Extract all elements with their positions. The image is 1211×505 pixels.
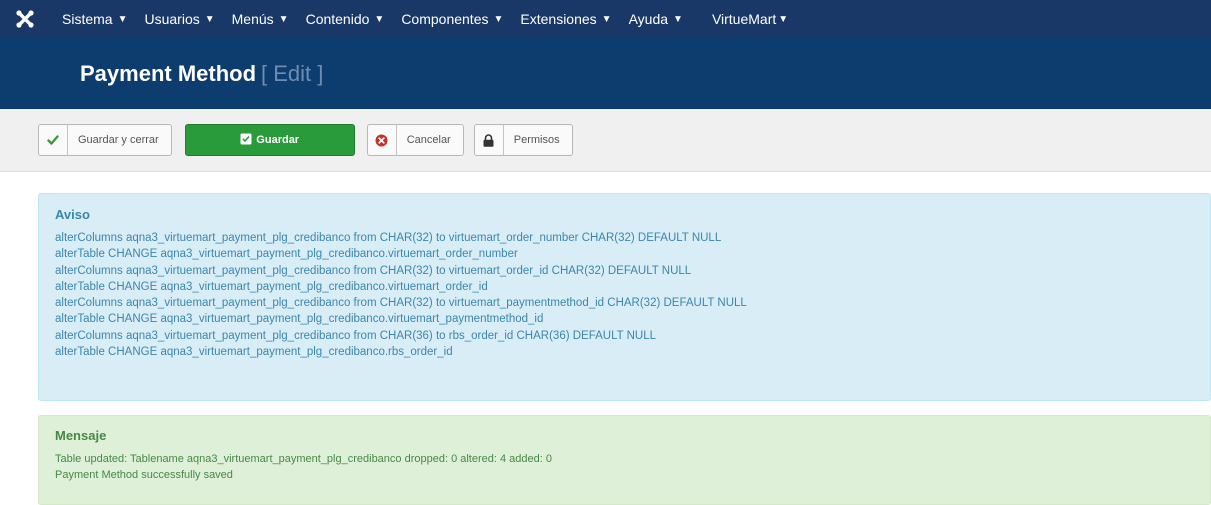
menu-label: Componentes bbox=[401, 11, 489, 27]
menu-label: VirtueMart bbox=[711, 11, 777, 27]
cancel-circle-icon bbox=[368, 125, 397, 155]
notice-line: alterTable CHANGE aqna3_virtuemart_payme… bbox=[55, 313, 544, 326]
caret-down-icon: ▼ bbox=[117, 13, 128, 25]
save-label: Guardar bbox=[256, 134, 300, 146]
menu-virtuemart[interactable]: VirtueMart ▼ bbox=[712, 11, 788, 27]
notice-line: alterTable CHANGE aqna3_virtuemart_payme… bbox=[55, 248, 518, 261]
message-line: Payment Method successfully saved bbox=[55, 469, 233, 481]
notice-alert: Aviso alterColumns aqna3_virtuemart_paym… bbox=[38, 193, 1211, 401]
page-title: Payment Method[ Edit ] bbox=[80, 61, 323, 87]
notice-line: alterTable CHANGE aqna3_virtuemart_payme… bbox=[55, 280, 488, 293]
menu-componentes[interactable]: Componentes ▼ bbox=[401, 11, 503, 27]
notice-line: alterColumns aqna3_virtuemart_payment_pl… bbox=[55, 232, 722, 244]
cancel-button[interactable]: Cancelar bbox=[366, 124, 464, 156]
page-subtitle: [ Edit ] bbox=[261, 60, 324, 86]
save-button[interactable]: Guardar bbox=[184, 124, 355, 156]
notice-title: Aviso bbox=[55, 207, 90, 222]
permissions-label: Permisos bbox=[513, 134, 560, 146]
notice-line: alterColumns aqna3_virtuemart_payment_pl… bbox=[55, 297, 747, 310]
menu-contenido[interactable]: Contenido ▼ bbox=[306, 11, 385, 27]
lock-icon bbox=[475, 125, 504, 155]
caret-down-icon: ▼ bbox=[778, 13, 789, 25]
menu-menus[interactable]: Menús ▼ bbox=[232, 11, 289, 27]
page-header: Payment Method[ Edit ] bbox=[0, 38, 1211, 109]
menu-label: Sistema bbox=[62, 11, 113, 27]
menu-usuarios[interactable]: Usuarios ▼ bbox=[144, 11, 214, 27]
notice-line: alterTable CHANGE aqna3_virtuemart_payme… bbox=[55, 346, 453, 359]
menu-label: Extensiones bbox=[520, 11, 597, 27]
menu-sistema[interactable]: Sistema ▼ bbox=[62, 11, 127, 27]
cancel-label: Cancelar bbox=[406, 134, 451, 146]
caret-down-icon: ▼ bbox=[673, 13, 683, 25]
notice-line: alterColumns aqna3_virtuemart_payment_pl… bbox=[55, 329, 657, 342]
menu-extensiones[interactable]: Extensiones ▼ bbox=[520, 11, 611, 27]
notice-line: alterColumns aqna3_virtuemart_payment_pl… bbox=[55, 264, 692, 277]
menu-label: Menús bbox=[231, 11, 274, 27]
caret-down-icon: ▼ bbox=[204, 13, 215, 25]
permissions-button[interactable]: Permisos bbox=[473, 124, 573, 156]
save-icon bbox=[240, 133, 252, 148]
caret-down-icon: ▼ bbox=[493, 13, 504, 25]
caret-down-icon: ▼ bbox=[278, 13, 289, 25]
menu-label: Contenido bbox=[305, 11, 370, 27]
save-and-close-label: Guardar y cerrar bbox=[78, 134, 159, 146]
joomla-logo-icon[interactable] bbox=[10, 4, 40, 34]
page-title-text: Payment Method bbox=[80, 60, 257, 86]
menu-label: Ayuda bbox=[628, 11, 669, 27]
check-icon bbox=[39, 125, 68, 155]
menu-ayuda[interactable]: Ayuda ▼ bbox=[629, 11, 683, 27]
toolbar: Guardar y cerrar Guardar Cancelar Permis… bbox=[0, 109, 1211, 172]
top-menu-bar: Sistema ▼ Usuarios ▼ Menús ▼ Contenido ▼ Com… bbox=[0, 0, 1211, 38]
message-line: Table updated: Tablename aqna3_virtuemar… bbox=[55, 453, 552, 465]
caret-down-icon: ▼ bbox=[601, 13, 612, 25]
save-and-close-button[interactable]: Guardar y cerrar bbox=[38, 124, 172, 156]
message-alert: Mensaje Table updated: Tablename aqna3_v… bbox=[38, 415, 1211, 505]
caret-down-icon: ▼ bbox=[374, 13, 385, 25]
menu-label: Usuarios bbox=[144, 11, 200, 27]
message-title: Mensaje bbox=[55, 428, 107, 443]
